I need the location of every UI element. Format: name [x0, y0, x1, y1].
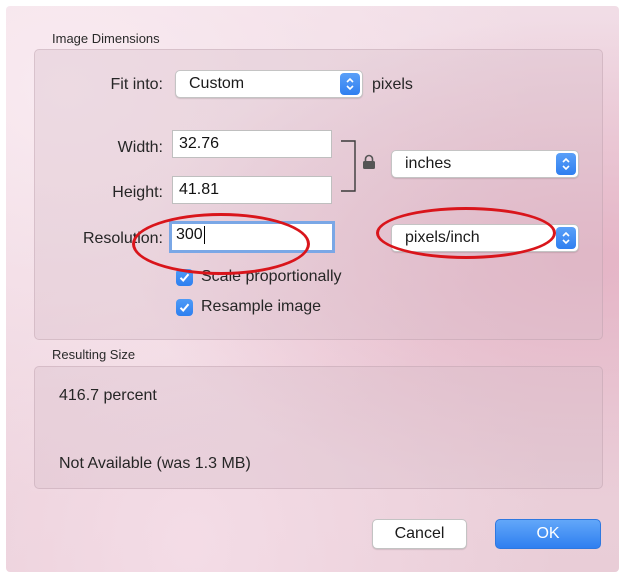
size-unit-value: inches	[405, 155, 452, 172]
link-bracket-icon	[341, 140, 356, 192]
fit-into-value: Custom	[189, 75, 245, 92]
stepper-arrows-icon	[556, 227, 576, 249]
width-label: Width:	[117, 139, 163, 156]
stepper-arrows-icon	[556, 153, 576, 175]
resulting-size-title: Resulting Size	[52, 347, 136, 362]
width-field[interactable]: 32.76	[172, 130, 332, 158]
image-size-dialog: Image Dimensions Fit into: Custom pixels…	[6, 6, 619, 572]
resample-image-checkbox[interactable]	[176, 299, 193, 316]
height-label: Height:	[112, 184, 163, 201]
ok-button[interactable]: OK	[495, 519, 601, 549]
resample-image-label[interactable]: Resample image	[201, 298, 321, 316]
size-unit-popup[interactable]: inches	[391, 150, 579, 178]
annotation-circle-resolution-unit	[376, 207, 556, 259]
cancel-button[interactable]: Cancel	[372, 519, 467, 549]
height-field[interactable]: 41.81	[172, 176, 332, 204]
resulting-file-size: Not Available (was 1.3 MB)	[59, 455, 251, 472]
image-dimensions-title: Image Dimensions	[52, 31, 160, 46]
resulting-percent: 416.7 percent	[59, 387, 157, 404]
fit-into-unit: pixels	[372, 76, 413, 93]
annotation-circle-resolution	[132, 213, 310, 275]
checkmark-icon	[179, 303, 190, 312]
fit-into-popup[interactable]: Custom	[175, 70, 363, 98]
stepper-arrows-icon	[340, 73, 360, 95]
lock-icon[interactable]	[362, 154, 376, 175]
fit-into-label: Fit into:	[110, 76, 163, 93]
